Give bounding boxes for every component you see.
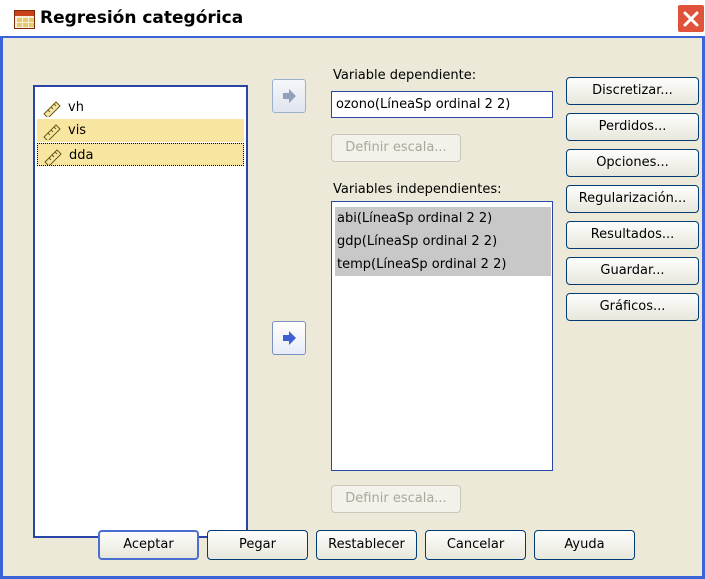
variable-label: vis [68, 123, 87, 138]
save-button[interactable]: Guardar... [566, 257, 699, 285]
move-to-independent-button[interactable] [272, 321, 306, 355]
independent-variables-label: Variables independientes: [333, 182, 502, 197]
plots-button[interactable]: Gráficos... [566, 293, 699, 321]
dependent-variable-label: Variable dependiente: [333, 68, 477, 83]
independent-item[interactable]: gdp(LíneaSp ordinal 2 2) [335, 230, 551, 253]
move-to-dependent-button[interactable] [272, 79, 306, 113]
define-scale-independent-button[interactable]: Definir escala... [331, 485, 461, 513]
app-table-icon [14, 10, 35, 29]
regularization-button[interactable]: Regularización... [566, 185, 699, 213]
results-button[interactable]: Resultados... [566, 221, 699, 249]
close-button[interactable] [677, 4, 705, 33]
reset-button[interactable]: Restablecer [316, 530, 417, 560]
independent-item[interactable]: temp(LíneaSp ordinal 2 2) [335, 253, 551, 276]
ok-button[interactable]: Aceptar [98, 530, 199, 560]
scale-ruler-icon [43, 124, 61, 140]
title-bar[interactable]: Regresión categórica [0, 0, 705, 38]
paste-button[interactable]: Pegar [207, 530, 308, 560]
variable-item-vis[interactable]: vis [37, 119, 244, 142]
define-scale-dependent-button[interactable]: Definir escala... [331, 134, 461, 162]
variable-item-dda[interactable]: dda [37, 143, 244, 166]
scale-ruler-icon [44, 149, 62, 165]
variable-item-vh[interactable]: vh [37, 96, 244, 119]
dialog-client-area: vh vis dda Variable dependiente: ozono(L… [0, 38, 705, 579]
arrow-right-icon [283, 89, 296, 103]
variable-label: dda [69, 148, 94, 163]
help-button[interactable]: Ayuda [534, 530, 635, 560]
close-icon [683, 11, 699, 27]
window-title: Regresión categórica [40, 8, 244, 28]
independent-item[interactable]: abi(LíneaSp ordinal 2 2) [335, 207, 551, 230]
source-variable-list[interactable]: vh vis dda [33, 85, 248, 538]
independent-variable-list[interactable]: abi(LíneaSp ordinal 2 2) gdp(LíneaSp ord… [331, 201, 553, 471]
arrow-right-icon [283, 331, 296, 345]
cancel-button[interactable]: Cancelar [425, 530, 526, 560]
variable-label: vh [68, 100, 84, 115]
dialog-window: Regresión categórica vh vis dda Variable… [0, 0, 705, 579]
missing-button[interactable]: Perdidos... [566, 113, 699, 141]
options-button[interactable]: Opciones... [566, 149, 699, 177]
discretize-button[interactable]: Discretizar... [566, 77, 699, 105]
scale-ruler-icon [43, 101, 61, 117]
dependent-variable-field[interactable]: ozono(LíneaSp ordinal 2 2) [331, 91, 553, 118]
